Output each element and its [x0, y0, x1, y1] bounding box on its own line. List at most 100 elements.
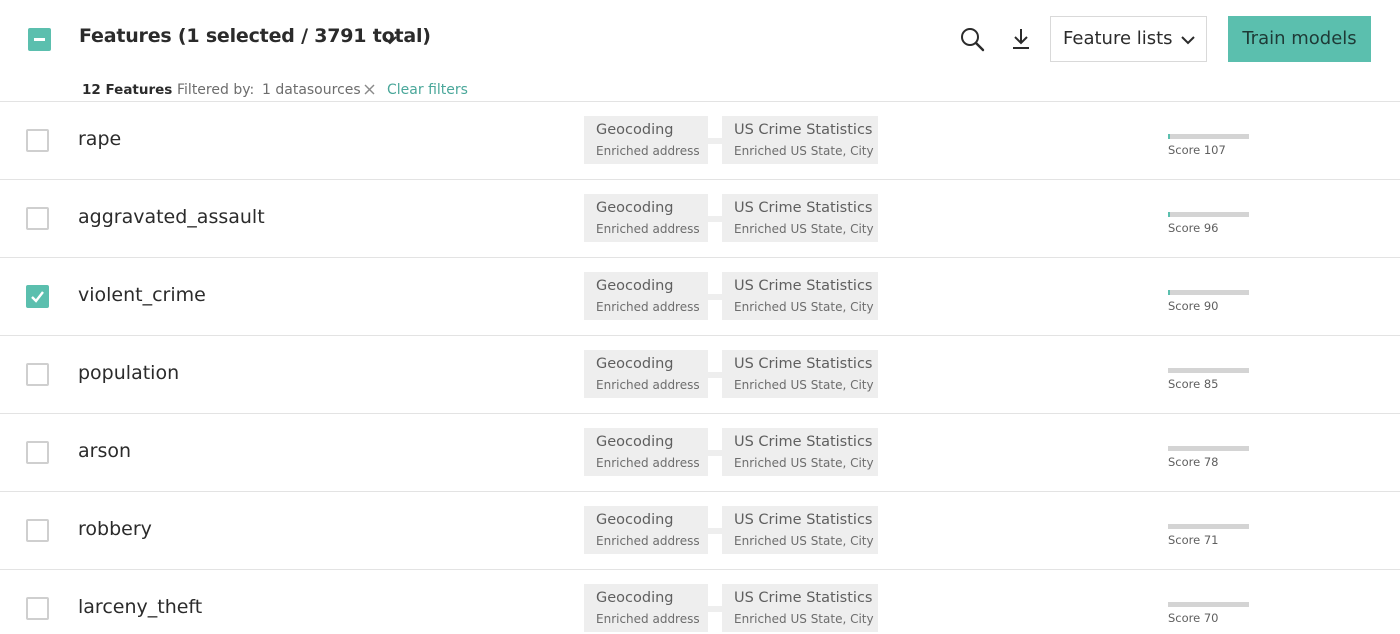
source-subtitle: Enriched US State, City [734, 612, 874, 626]
source-chip-geocoding: Geocoding Enriched address [584, 350, 708, 398]
feature-name[interactable]: arson [78, 440, 131, 462]
source-subtitle: Enriched address [596, 300, 700, 314]
source-chip-crime-statistics: US Crime Statistics Enriched US State, C… [722, 506, 878, 554]
score-bar-fill [1168, 290, 1170, 295]
source-chip-geocoding: Geocoding Enriched address [584, 116, 708, 164]
score-bar [1168, 524, 1249, 529]
source-title: Geocoding [596, 200, 674, 216]
source-subtitle: Enriched US State, City [734, 378, 874, 392]
source-connector [708, 216, 722, 222]
source-title: US Crime Statistics [734, 200, 873, 216]
score-label: Score 107 [1168, 143, 1226, 157]
feature-count: 12 Features [82, 82, 173, 98]
row-checkbox[interactable] [26, 129, 49, 152]
checkmark-icon [31, 291, 44, 303]
remove-filter-icon[interactable] [363, 83, 376, 96]
feature-name[interactable]: population [78, 362, 179, 384]
indeterminate-dash-icon [34, 38, 45, 41]
source-title: US Crime Statistics [734, 512, 873, 528]
score-label: Score 70 [1168, 611, 1219, 625]
filtered-by-label: Filtered by: [177, 82, 255, 98]
features-page: Features (1 selected / 3791 total) Featu… [0, 0, 1400, 634]
row-checkbox[interactable] [26, 285, 49, 308]
feature-name[interactable]: aggravated_assault [78, 206, 265, 228]
filter-chip-datasources: 1 datasources [262, 82, 361, 98]
feature-row[interactable]: arson Geocoding Enriched address US Crim… [0, 414, 1400, 492]
source-chip-geocoding: Geocoding Enriched address [584, 272, 708, 320]
source-connector [708, 372, 722, 378]
source-subtitle: Enriched address [596, 612, 700, 626]
feature-row[interactable]: aggravated_assault Geocoding Enriched ad… [0, 180, 1400, 258]
feature-name[interactable]: larceny_theft [78, 596, 202, 618]
feature-lists-label: Feature lists [1063, 28, 1173, 49]
source-title: US Crime Statistics [734, 122, 873, 138]
row-checkbox[interactable] [26, 441, 49, 464]
row-checkbox[interactable] [26, 597, 49, 620]
source-title: Geocoding [596, 122, 674, 138]
source-subtitle: Enriched address [596, 534, 700, 548]
feature-row[interactable]: robbery Geocoding Enriched address US Cr… [0, 492, 1400, 570]
score-label: Score 78 [1168, 455, 1219, 469]
source-title: Geocoding [596, 434, 674, 450]
feature-name[interactable]: rape [78, 128, 121, 150]
source-subtitle: Enriched address [596, 222, 700, 236]
search-button[interactable] [957, 24, 987, 54]
score-bar [1168, 134, 1249, 139]
row-checkbox[interactable] [26, 363, 49, 386]
source-chip-geocoding: Geocoding Enriched address [584, 506, 708, 554]
source-connector [708, 294, 722, 300]
source-chip-crime-statistics: US Crime Statistics Enriched US State, C… [722, 272, 878, 320]
score-bar [1168, 602, 1249, 607]
score-bar [1168, 212, 1249, 217]
score-label: Score 96 [1168, 221, 1219, 235]
score-bar [1168, 290, 1249, 295]
source-title: Geocoding [596, 278, 674, 294]
source-chip-crime-statistics: US Crime Statistics Enriched US State, C… [722, 350, 878, 398]
source-chip-geocoding: Geocoding Enriched address [584, 584, 708, 632]
select-all-checkbox[interactable] [28, 28, 51, 51]
row-checkbox[interactable] [26, 207, 49, 230]
feature-row[interactable]: violent_crime Geocoding Enriched address… [0, 258, 1400, 336]
feature-list: rape Geocoding Enriched address US Crime… [0, 102, 1400, 634]
source-chip-crime-statistics: US Crime Statistics Enriched US State, C… [722, 194, 878, 242]
source-connector [708, 606, 722, 612]
source-connector [708, 138, 722, 144]
source-title: Geocoding [596, 512, 674, 528]
source-title: US Crime Statistics [734, 356, 873, 372]
row-checkbox[interactable] [26, 519, 49, 542]
clear-filters-link[interactable]: Clear filters [387, 82, 468, 98]
features-header: Features (1 selected / 3791 total) Featu… [0, 0, 1400, 78]
source-subtitle: Enriched US State, City [734, 534, 874, 548]
feature-lists-dropdown[interactable]: Feature lists [1050, 16, 1207, 62]
source-connector [708, 450, 722, 456]
score-bar-fill [1168, 212, 1170, 217]
train-models-button[interactable]: Train models [1228, 16, 1371, 62]
source-subtitle: Enriched US State, City [734, 222, 874, 236]
feature-row[interactable]: rape Geocoding Enriched address US Crime… [0, 102, 1400, 180]
score-bar-fill [1168, 134, 1171, 139]
source-chip-crime-statistics: US Crime Statistics Enriched US State, C… [722, 116, 878, 164]
source-chip-geocoding: Geocoding Enriched address [584, 428, 708, 476]
source-subtitle: Enriched US State, City [734, 300, 874, 314]
download-button[interactable] [1006, 24, 1036, 54]
source-subtitle: Enriched US State, City [734, 144, 874, 158]
chevron-down-icon[interactable] [381, 31, 399, 49]
feature-name[interactable]: robbery [78, 518, 152, 540]
page-title[interactable]: Features (1 selected / 3791 total) [79, 25, 431, 47]
search-icon [961, 28, 985, 52]
source-connector [708, 528, 722, 534]
download-icon [1013, 29, 1029, 49]
source-chip-crime-statistics: US Crime Statistics Enriched US State, C… [722, 584, 878, 632]
feature-row[interactable]: population Geocoding Enriched address US… [0, 336, 1400, 414]
score-bar [1168, 446, 1249, 451]
source-chip-crime-statistics: US Crime Statistics Enriched US State, C… [722, 428, 878, 476]
feature-name[interactable]: violent_crime [78, 284, 206, 306]
source-subtitle: Enriched US State, City [734, 456, 874, 470]
feature-row[interactable]: larceny_theft Geocoding Enriched address… [0, 570, 1400, 634]
source-chip-geocoding: Geocoding Enriched address [584, 194, 708, 242]
chevron-down-icon [1181, 36, 1195, 45]
source-subtitle: Enriched address [596, 144, 700, 158]
source-title: US Crime Statistics [734, 434, 873, 450]
source-title: US Crime Statistics [734, 590, 873, 606]
source-subtitle: Enriched address [596, 378, 700, 392]
